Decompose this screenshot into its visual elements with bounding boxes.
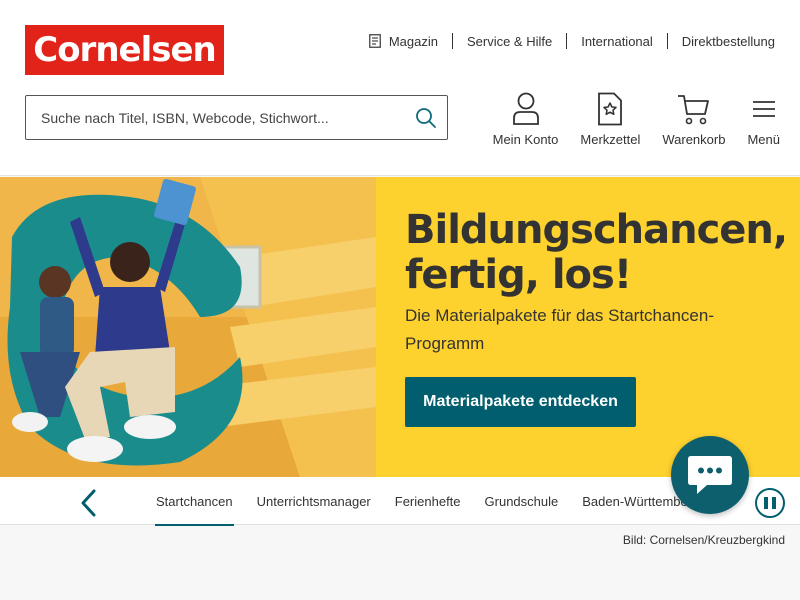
hero-subtitle: Die Materialpakete für das Startchancen-… bbox=[405, 306, 714, 353]
cornelsen-logo[interactable]: Cornelsen bbox=[25, 25, 224, 75]
search-icon[interactable] bbox=[415, 107, 437, 129]
chat-button[interactable] bbox=[671, 436, 749, 514]
search-input[interactable] bbox=[26, 96, 415, 139]
search-box bbox=[25, 95, 448, 140]
topnav-service-label: Service & Hilfe bbox=[466, 33, 553, 49]
topnav-magazin-label: Magazin bbox=[388, 33, 438, 49]
hero-banner: Bildungschancen, fertig, los! Die Materi… bbox=[0, 177, 800, 477]
tab-ferienhefte[interactable]: Ferienhefte bbox=[395, 477, 461, 525]
topnav-international[interactable]: International bbox=[566, 33, 667, 49]
bookmark-star-icon bbox=[598, 92, 623, 126]
chat-bubble-icon bbox=[688, 456, 732, 494]
image-credit: Bild: Cornelsen/Kreuzbergkind bbox=[622, 533, 785, 547]
carousel-pause-button[interactable] bbox=[755, 488, 785, 518]
topnav-magazin[interactable]: Magazin bbox=[355, 33, 452, 49]
wishlist-button[interactable]: Merkzettel bbox=[580, 92, 640, 147]
cart-label: Warenkorb bbox=[662, 132, 726, 147]
topnav-direktbestellung-label: Direktbestellung bbox=[681, 33, 775, 49]
magazine-icon bbox=[368, 34, 381, 48]
menu-label: Menü bbox=[747, 132, 780, 147]
pause-icon bbox=[762, 497, 778, 509]
user-icon bbox=[512, 92, 539, 125]
tab-startchancen[interactable]: Startchancen bbox=[155, 477, 234, 526]
hero-cta-button[interactable]: Materialpakete entdecken bbox=[405, 377, 636, 427]
carousel-tab-list: Startchancen Unterrichtsmanager Ferienhe… bbox=[155, 477, 723, 526]
hero-title-line2: fertig, los! bbox=[405, 252, 632, 298]
header-actions: Mein Konto Merkzettel Warenkorb Menü bbox=[471, 92, 780, 147]
account-label: Mein Konto bbox=[492, 132, 559, 147]
hero-title-line1: Bildungschancen, bbox=[405, 207, 788, 253]
cart-button[interactable]: Warenkorb bbox=[662, 92, 725, 147]
menu-button[interactable]: Menü bbox=[747, 92, 780, 147]
top-navigation: Magazin Service & Hilfe International Di… bbox=[355, 33, 775, 49]
topnav-service-hilfe[interactable]: Service & Hilfe bbox=[451, 33, 566, 49]
tab-grundschule[interactable]: Grundschule bbox=[485, 477, 559, 525]
account-button[interactable]: Mein Konto bbox=[492, 92, 559, 147]
topnav-direktbestellung[interactable]: Direktbestellung bbox=[666, 33, 775, 49]
cart-icon bbox=[677, 95, 709, 125]
topnav-international-label: International bbox=[581, 33, 653, 49]
hero-title: Bildungschancen, fertig, los! bbox=[405, 207, 788, 298]
hamburger-menu-icon bbox=[752, 101, 775, 117]
site-header: Cornelsen Magazin Service & Hilfe Intern… bbox=[0, 0, 800, 176]
hero-image bbox=[0, 177, 376, 477]
tab-unterrichtsmanager[interactable]: Unterrichtsmanager bbox=[257, 477, 371, 525]
wishlist-label: Merkzettel bbox=[580, 132, 641, 147]
logo-text: Cornelsen bbox=[33, 30, 216, 70]
chevron-left-icon[interactable] bbox=[78, 489, 100, 517]
